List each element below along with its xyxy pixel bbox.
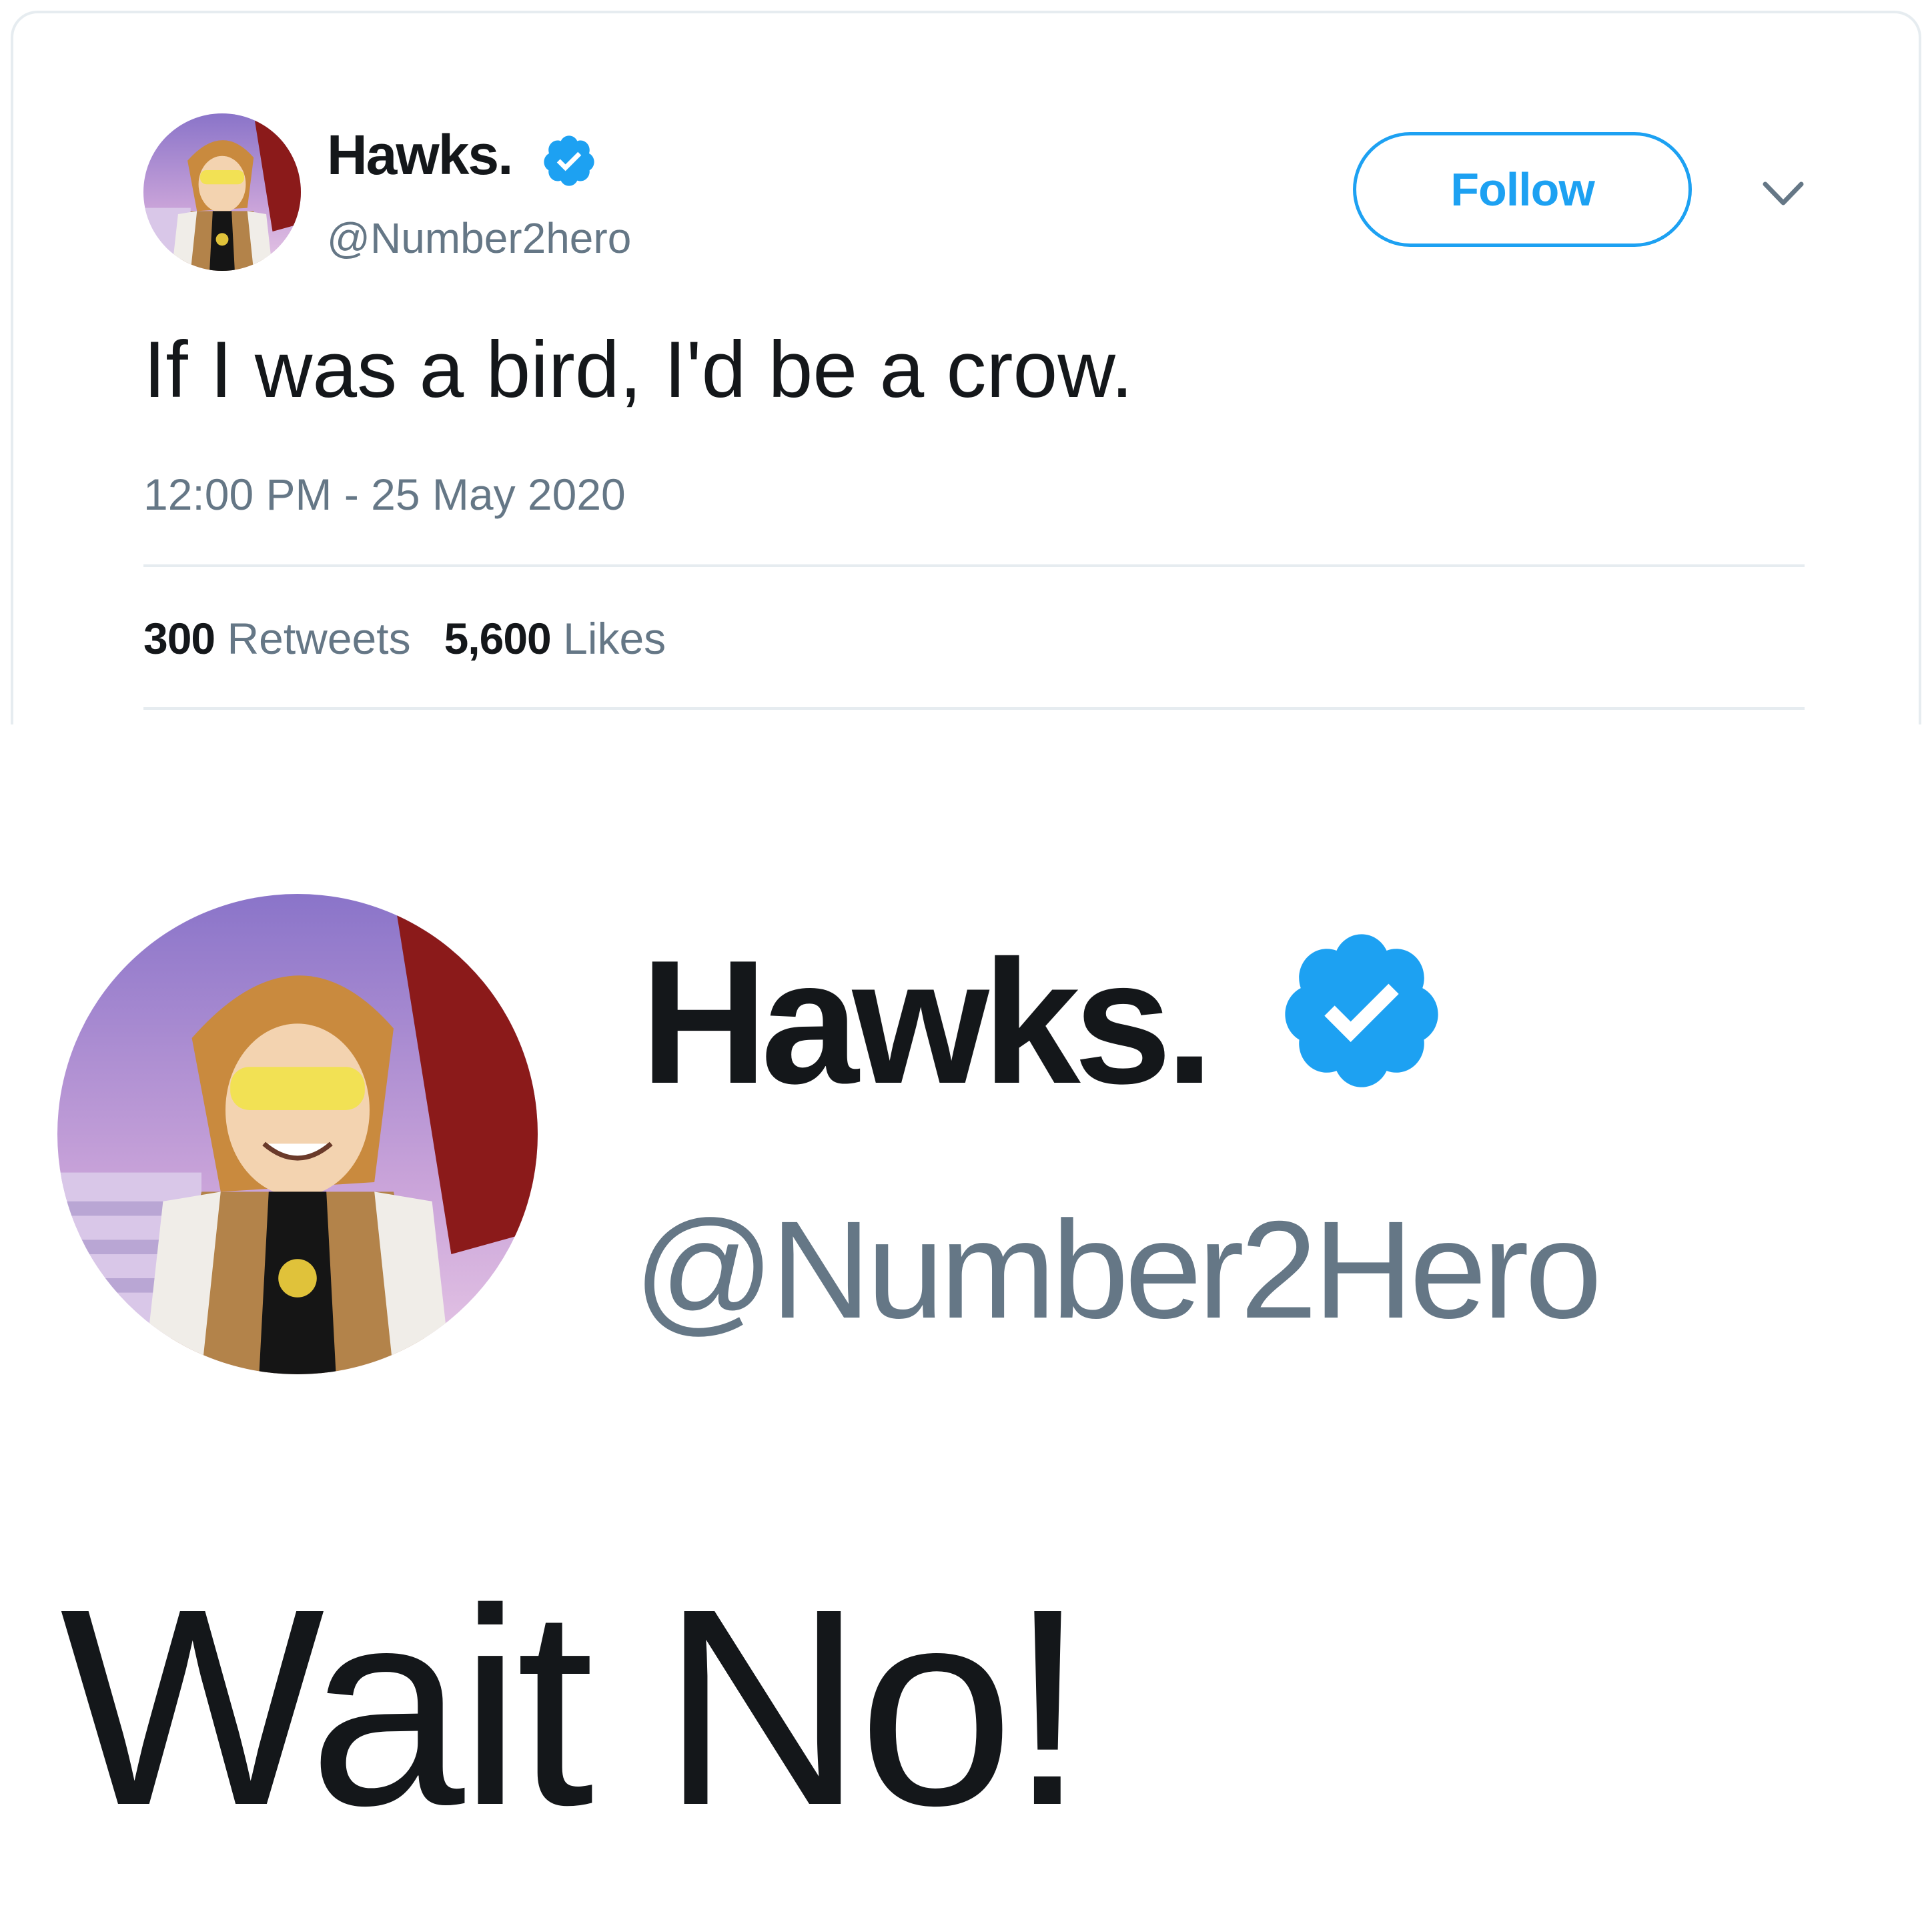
- avatar[interactable]: [143, 113, 301, 271]
- retweets-count: 300: [143, 614, 215, 663]
- verified-badge-large-icon: [1274, 923, 1449, 1098]
- avatar-large-image: [57, 894, 538, 1374]
- tweet-text: If I was a bird, I'd be a crow.: [143, 325, 1133, 414]
- retweets-label: Retweets: [227, 614, 411, 663]
- divider: [143, 564, 1805, 567]
- follow-button[interactable]: Follow: [1353, 132, 1692, 247]
- verified-badge-icon: [540, 132, 598, 189]
- divider: [143, 707, 1805, 710]
- tweet-stats: 300 Retweets 5,600 Likes: [143, 616, 666, 660]
- likes-stat[interactable]: 5,600 Likes: [444, 616, 666, 660]
- user-handle-large: @Number2Hero: [634, 1193, 1602, 1348]
- retweets-stat[interactable]: 300 Retweets: [143, 616, 411, 660]
- display-name-large: Hawks.: [640, 923, 1214, 1120]
- likes-count: 5,600: [444, 614, 552, 663]
- tweet-card: Hawks. @Number2hero Follow If I was a bi…: [11, 11, 1921, 724]
- display-name[interactable]: Hawks.: [327, 127, 513, 183]
- caption-text: Wait No!: [60, 1551, 1087, 1864]
- tweet-timestamp[interactable]: 12:00 PM - 25 May 2020: [143, 472, 626, 516]
- avatar-large: [57, 894, 538, 1374]
- likes-label: Likes: [563, 614, 666, 663]
- chevron-down-icon[interactable]: [1761, 179, 1805, 209]
- avatar-image: [143, 113, 301, 271]
- user-handle[interactable]: @Number2hero: [327, 217, 631, 260]
- meme-image: Hawks. @Number2hero Follow If I was a bi…: [0, 0, 1932, 1932]
